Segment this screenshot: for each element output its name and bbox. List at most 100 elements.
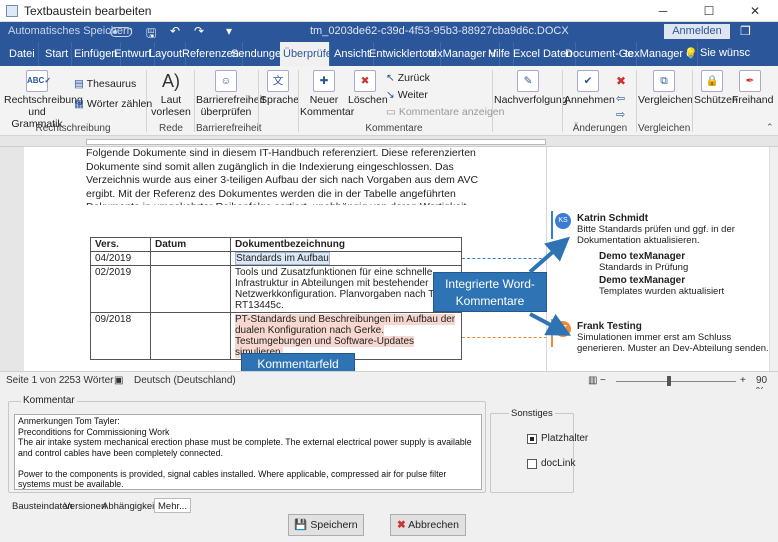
- table-cell[interactable]: Standards im Aufbau: [230, 251, 462, 266]
- tracking-icon: ✎: [517, 70, 539, 92]
- back-icon: ↖: [386, 72, 395, 84]
- minimize-button[interactable]: ─: [640, 0, 686, 22]
- redo-icon[interactable]: ↷: [194, 24, 204, 38]
- group-separator: [258, 70, 259, 132]
- cancel-icon: ✖: [397, 519, 406, 531]
- previous-change-icon[interactable]: ⇦: [616, 92, 625, 105]
- new-comment-button[interactable]: ✚ Neuer Kommentar: [300, 70, 354, 118]
- table-cell[interactable]: [150, 312, 231, 360]
- thesaurus-button[interactable]: ▤ Thesaurus: [74, 78, 136, 90]
- comment-author: Katrin Schmidt: [577, 213, 649, 224]
- placeholder-label: Platzhalter: [541, 433, 589, 444]
- tracking-button[interactable]: ✎ Nachverfolgung: [494, 70, 568, 106]
- comment-card[interactable]: Katrin Schmidt Bitte Standards prüfen un…: [577, 213, 777, 246]
- accept-button[interactable]: ✔ Annehmen: [564, 70, 615, 106]
- table-header: Vers.: [90, 237, 151, 252]
- group-separator: [146, 70, 147, 132]
- comment-card[interactable]: Frank Testing Simulationen immer erst am…: [577, 321, 773, 354]
- autosave-toggle[interactable]: [110, 27, 132, 37]
- zoom-out-button[interactable]: −: [600, 375, 606, 386]
- app-icon: [6, 5, 18, 17]
- page-count[interactable]: Seite 1 von 2: [6, 375, 64, 386]
- group-separator: [562, 70, 563, 132]
- table-cell[interactable]: 02/2019: [90, 265, 151, 313]
- table-header: Datum: [150, 237, 231, 252]
- vertical-scrollbar[interactable]: [769, 147, 778, 371]
- cancel-button[interactable]: ✖ Abbrechen: [390, 514, 466, 536]
- tab-start[interactable]: Start: [42, 42, 73, 66]
- delete-label: Löschen: [348, 94, 388, 106]
- reply-text: Standards in Prüfung: [599, 262, 689, 273]
- next-change-icon[interactable]: ⇨: [616, 108, 625, 121]
- next-icon: ↘: [386, 89, 395, 101]
- comment-textarea[interactable]: Anmerkungen Tom Tayler: Preconditions fo…: [14, 414, 482, 490]
- save-button[interactable]: 💾 Speichern: [288, 514, 364, 536]
- spelling-grammar-button[interactable]: ABC✓ Rechtschreibung und Grammatik: [4, 70, 83, 130]
- accept-label: Annehmen: [564, 94, 615, 106]
- collapse-ribbon-icon[interactable]: ⌃: [766, 122, 774, 133]
- tell-me-input[interactable]: Sie wünsc: [700, 47, 750, 59]
- wordcount-button[interactable]: ▦ Wörter zählen: [74, 98, 152, 110]
- comment-reply[interactable]: Demo texManager Standards in Prüfung: [599, 251, 769, 273]
- table-cell[interactable]: 09/2018: [90, 312, 151, 360]
- comment-group-label: Kommentar: [21, 395, 77, 406]
- window-title: Textbaustein bearbeiten: [24, 4, 152, 18]
- table-cell[interactable]: 04/2019: [90, 251, 151, 266]
- table-cell[interactable]: Tools und Zusatzfunktionen für eine schn…: [230, 265, 462, 313]
- floppy-icon: 💾: [294, 519, 308, 531]
- delete-comment-button[interactable]: ✖ Löschen: [348, 70, 388, 106]
- tab-datei[interactable]: Datei: [6, 42, 39, 66]
- wordcount-icon: ▦: [74, 98, 84, 110]
- maximize-button[interactable]: ☐: [686, 0, 732, 22]
- tab-ueberpruefen[interactable]: Überprüfen: [280, 42, 338, 66]
- next-comment-button[interactable]: ↘ Weiter: [386, 89, 428, 101]
- document-paragraph[interactable]: Folgende Dokumente sind in diesem IT-Han…: [86, 147, 486, 205]
- read-mode-icon[interactable]: ▥: [588, 375, 597, 386]
- reply-text: Templates wurden aktualisiert: [599, 286, 725, 297]
- show-comments-icon: ▭: [386, 106, 396, 118]
- reply-author: Demo texManager: [599, 275, 686, 286]
- previous-comment-button[interactable]: ↖ Zurück: [386, 72, 430, 84]
- proofing-icon[interactable]: ▣: [114, 375, 123, 386]
- language-button[interactable]: 文 Sprache: [260, 70, 299, 106]
- zoom-in-button[interactable]: +: [740, 375, 746, 386]
- placeholder-checkbox[interactable]: [527, 434, 537, 444]
- tab-mehr[interactable]: Mehr...: [154, 498, 192, 513]
- undo-icon[interactable]: ↶: [170, 24, 180, 38]
- document-table: Vers. Datum Dokumentbezeichnung 04/2019 …: [90, 237, 462, 360]
- group-label-changes: Änderungen: [572, 123, 628, 134]
- tracking-label: Nachverfolgung: [494, 94, 568, 106]
- word-count[interactable]: 253 Wörter: [64, 375, 113, 386]
- customize-qat-icon[interactable]: ▾: [226, 24, 232, 38]
- language-status[interactable]: Deutsch (Deutschland): [134, 375, 236, 386]
- accessibility-check-button[interactable]: ☺ Barrierefreiheit überprüfen: [196, 70, 265, 118]
- new-comment-label: Neuer Kommentar: [300, 94, 355, 118]
- doclink-checkbox[interactable]: [527, 459, 537, 469]
- read-aloud-button[interactable]: A) Laut vorlesen: [150, 70, 192, 118]
- book-icon: ▤: [74, 78, 84, 90]
- next-label: Weiter: [397, 89, 428, 101]
- show-comments-button[interactable]: ▭ Kommentare anzeigen: [386, 106, 505, 118]
- protect-button[interactable]: 🔒 Schützen: [694, 70, 738, 106]
- table-cell[interactable]: [150, 251, 231, 266]
- thesaurus-label: Thesaurus: [86, 78, 137, 90]
- group-separator: [298, 70, 299, 132]
- comment-reply[interactable]: Demo texManager Templates wurden aktuali…: [599, 275, 769, 297]
- accept-icon: ✔: [577, 70, 599, 92]
- accessibility-label: Barrierefreiheit überprüfen: [196, 94, 265, 118]
- ink-button[interactable]: ✒ Freihand: [732, 70, 773, 106]
- reject-icon[interactable]: ✖: [616, 74, 626, 88]
- doclink-label: docLink: [541, 458, 576, 469]
- table-header: Dokumentbezeichnung: [230, 237, 462, 252]
- zoom-slider-track[interactable]: [616, 381, 736, 382]
- compare-button[interactable]: ⧉ Vergleichen: [638, 70, 693, 106]
- signin-button[interactable]: Anmelden: [664, 24, 730, 39]
- delete-comment-icon: ✖: [354, 70, 376, 92]
- zoom-slider-thumb[interactable]: [667, 376, 672, 386]
- ribbon-display-icon[interactable]: ❐: [740, 24, 751, 38]
- pen-icon: ✒: [739, 70, 761, 92]
- document-name: tm_0203de62-c39d-4f53-95b3-88927cba9d6c.…: [310, 25, 569, 37]
- table-cell[interactable]: [150, 265, 231, 313]
- comment-highlight: Standards im Aufbau: [235, 252, 330, 265]
- close-button[interactable]: ✕: [732, 0, 778, 22]
